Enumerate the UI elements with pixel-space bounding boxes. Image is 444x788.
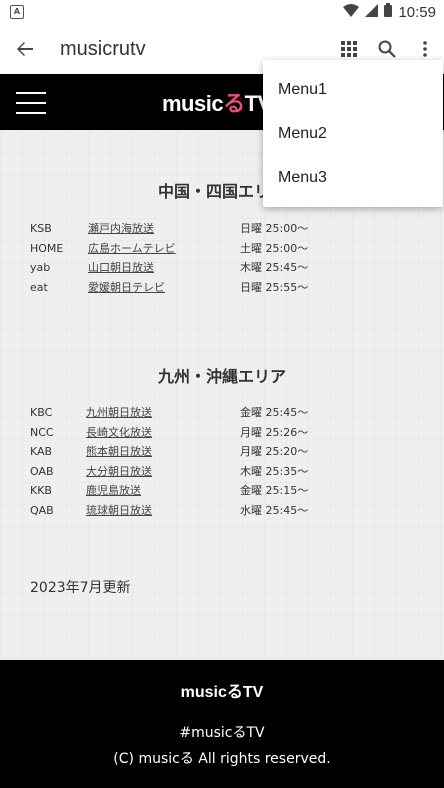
station-link[interactable]: 広島ホームテレビ [88, 239, 176, 259]
table-row: KBC 九州朝日放送 金曜 25:45〜 [30, 403, 330, 423]
status-bar: A 10:59 [0, 0, 444, 24]
menu-item-2[interactable]: Menu2 [263, 112, 443, 156]
station-link[interactable]: 山口朝日放送 [88, 258, 154, 278]
station-table: KSB 瀬戸内海放送 日曜 25:00〜 HOME 広島ホームテレビ 土曜 25… [30, 219, 330, 297]
app-title: musicrutv [60, 37, 146, 60]
broadcast-time: 月曜 25:26〜 [240, 425, 309, 439]
station-link[interactable]: 瀬戸内海放送 [88, 219, 154, 239]
station-code: QAB [30, 503, 54, 517]
signal-icon [365, 3, 379, 21]
broadcast-time: 金曜 25:15〜 [240, 484, 309, 497]
station-code: HOME [30, 241, 64, 255]
table-row: OAB 大分朝日放送 木曜 25:35〜 [30, 462, 330, 482]
station-table: KBC 九州朝日放送 金曜 25:45〜 NCC 長崎文化放送 月曜 25:26… [30, 403, 330, 520]
station-link[interactable]: 長崎文化放送 [86, 423, 152, 443]
station-code: KSB [30, 222, 52, 235]
station-link[interactable]: 鹿児島放送 [86, 481, 141, 501]
table-row: eat 愛媛朝日テレビ 日曜 25:55〜 [30, 278, 330, 298]
more-vert-icon [423, 41, 427, 57]
footer-copyright: (C) musicる All rights reserved. [113, 751, 331, 767]
battery-icon [384, 3, 393, 21]
wifi-icon [343, 3, 360, 21]
station-code: NCC [30, 425, 54, 439]
broadcast-time: 木曜 25:45〜 [240, 261, 309, 274]
menu-item-1[interactable]: Menu1 [263, 68, 443, 112]
broadcast-time: 金曜 25:45〜 [240, 406, 309, 419]
station-code: KAB [30, 445, 53, 458]
table-row: KSB 瀬戸内海放送 日曜 25:00〜 [30, 219, 330, 239]
notification-icon: A [10, 5, 24, 19]
station-link[interactable]: 九州朝日放送 [86, 403, 152, 423]
station-code: KKB [30, 484, 52, 497]
hamburger-menu-icon[interactable] [16, 92, 46, 114]
table-row: NCC 長崎文化放送 月曜 25:26〜 [30, 423, 330, 443]
updated-date: 2023年7月更新 [30, 580, 131, 596]
grid-icon [341, 41, 357, 57]
broadcast-time: 土曜 25:00〜 [240, 241, 309, 255]
table-row: KKB 鹿児島放送 金曜 25:15〜 [30, 481, 330, 501]
station-link[interactable]: 大分朝日放送 [86, 462, 152, 482]
station-code: eat [30, 280, 48, 294]
site-footer: musicるTV #musicるTV (C) musicる All rights… [0, 660, 444, 788]
broadcast-time: 木曜 25:35〜 [240, 464, 309, 478]
station-code: OAB [30, 464, 54, 478]
footer-logo[interactable]: musicるTV [0, 678, 444, 702]
broadcast-time: 日曜 25:55〜 [240, 280, 309, 294]
overflow-menu: Menu1 Menu2 Menu3 [263, 60, 443, 207]
table-row: QAB 琉球朝日放送 水曜 25:45〜 [30, 501, 330, 521]
station-link[interactable]: 琉球朝日放送 [86, 501, 152, 521]
broadcast-time: 月曜 25:20〜 [240, 445, 309, 458]
region-title: 九州・沖縄エリア [157, 367, 286, 386]
menu-item-3[interactable]: Menu3 [263, 156, 443, 200]
table-row: KAB 熊本朝日放送 月曜 25:20〜 [30, 442, 330, 462]
search-icon [378, 40, 396, 58]
station-code: yab [30, 261, 51, 274]
site-logo[interactable]: musicるTV [162, 86, 272, 118]
station-code: KBC [30, 406, 53, 419]
table-row: HOME 広島ホームテレビ 土曜 25:00〜 [30, 239, 330, 259]
station-link[interactable]: 熊本朝日放送 [86, 442, 152, 462]
back-button[interactable] [0, 24, 50, 74]
footer-hashtag: #musicるTV [179, 725, 265, 741]
main-content: 中国・四国エリア KSB 瀬戸内海放送 日曜 25:00〜 HOME 広島ホーム… [0, 130, 444, 660]
table-row: yab 山口朝日放送 木曜 25:45〜 [30, 258, 330, 278]
broadcast-time: 水曜 25:45〜 [240, 503, 309, 517]
broadcast-time: 日曜 25:00〜 [240, 222, 309, 235]
arrow-back-icon [17, 42, 33, 56]
station-link[interactable]: 愛媛朝日テレビ [88, 278, 165, 298]
clock: 10:59 [398, 3, 436, 21]
